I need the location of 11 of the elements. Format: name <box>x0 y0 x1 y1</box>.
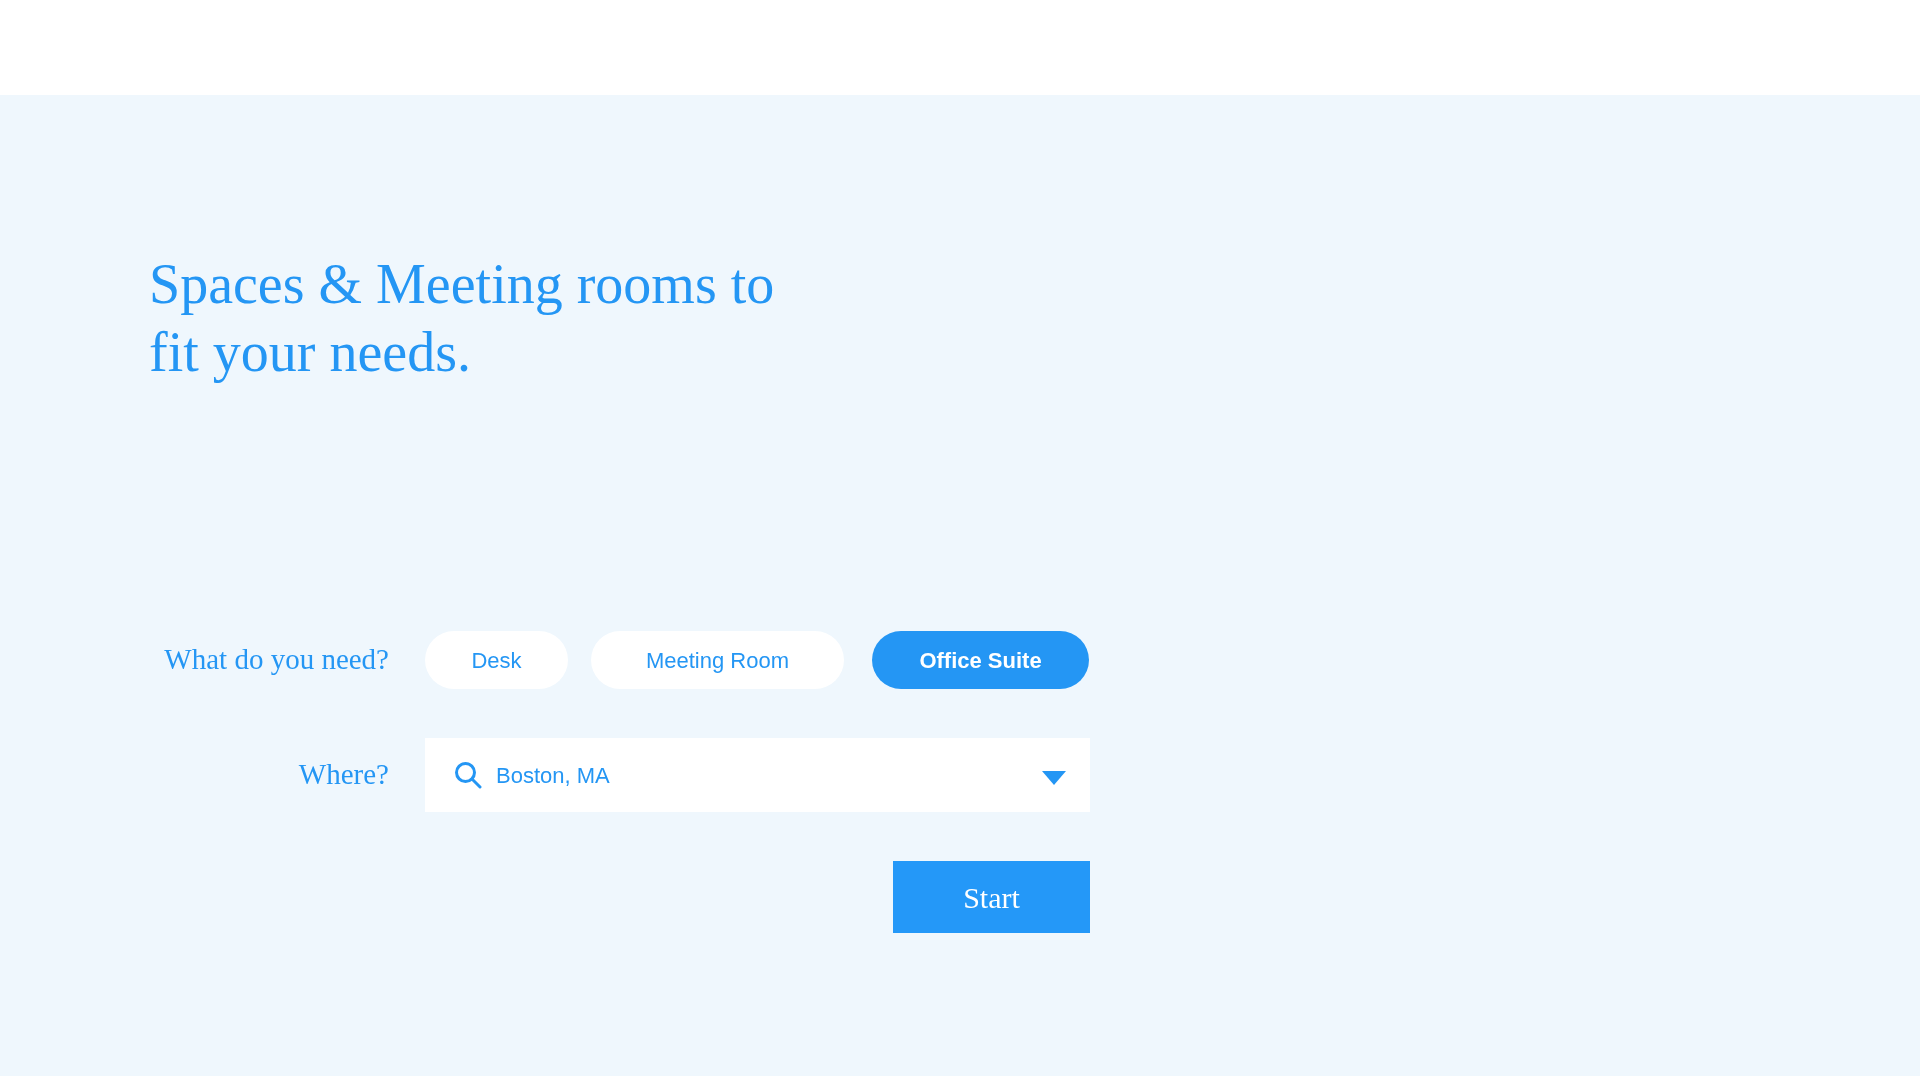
where-label: Where? <box>297 757 389 793</box>
need-label: What do you need? <box>163 642 389 678</box>
location-value: Boston, MA <box>496 761 610 790</box>
location-field[interactable]: Boston, MA <box>425 738 1090 812</box>
search-icon <box>454 761 482 789</box>
space-type-option[interactable]: Desk <box>425 631 568 689</box>
dropdown-caret-icon[interactable] <box>1042 771 1066 785</box>
start-button[interactable]: Start <box>893 861 1090 933</box>
headline: Spaces & Meeting rooms to fit your needs. <box>149 252 776 385</box>
space-type-option[interactable]: Meeting Room <box>591 631 844 689</box>
space-type-option[interactable]: Office Suite <box>872 631 1089 689</box>
